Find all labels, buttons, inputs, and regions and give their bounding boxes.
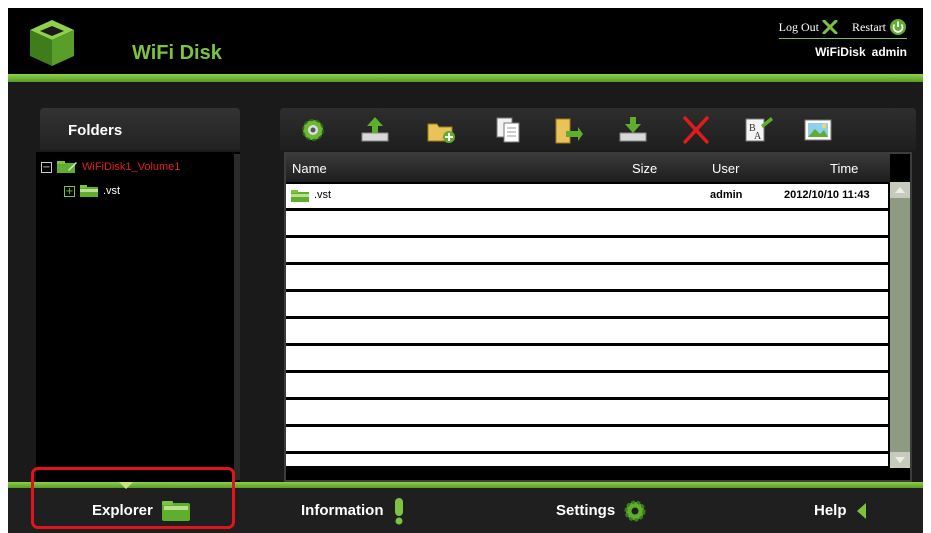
logout-link[interactable]: Log Out [779,20,838,35]
nav-settings[interactable]: Settings [556,488,647,533]
new-folder-icon[interactable] [425,115,457,145]
nav-settings-label: Settings [556,502,616,519]
file-toolbar: B A [280,108,916,150]
file-table: Name Size User Time .vst admin 2012/10/1… [284,152,912,482]
table-scrollbar[interactable] [890,182,910,468]
column-header-user[interactable]: User [712,161,739,176]
nav-help[interactable]: Help [814,488,867,533]
copy-icon[interactable] [492,115,524,145]
content-area: Folders − WiFiDisk1_Volume1 + .vst B A N… [8,82,923,482]
upload-icon[interactable] [359,115,391,145]
tree-item-label: .vst [103,185,121,197]
scroll-down-icon[interactable] [890,452,910,468]
nav-information[interactable]: Information [301,488,406,533]
logout-x-icon [822,20,838,34]
column-header-name[interactable]: Name [292,161,327,176]
file-user: admin [710,189,743,201]
wifi-disk-app: WiFi Disk Log Out Restart WiFiDisk admin… [8,8,923,533]
move-icon[interactable] [552,115,584,145]
table-row-empty [286,238,888,262]
settings-gear-icon [624,500,646,521]
folder-tree: − WiFiDisk1_Volume1 + .vst [36,152,240,482]
delete-icon[interactable] [680,115,712,145]
table-row-empty [286,346,888,370]
tree-item-vst[interactable]: + .vst [64,184,120,198]
folders-title: Folders [68,122,123,139]
table-row-empty [286,211,888,235]
header: WiFi Disk Log Out Restart WiFiDisk admin [8,8,923,74]
drive-folder-icon [57,161,77,173]
file-name: .vst [314,189,332,201]
download-icon[interactable] [617,115,649,145]
svg-text:A: A [754,131,762,142]
table-row-empty [286,265,888,289]
column-header-size[interactable]: Size [632,161,657,176]
table-row-empty [286,400,888,424]
expand-toggle-icon[interactable]: + [64,185,75,197]
table-row[interactable]: .vst admin 2012/10/10 11:43 [286,184,888,208]
collapse-toggle-icon[interactable]: − [41,161,52,173]
cube-logo-icon [30,20,74,66]
folder-icon [80,185,98,197]
header-links: Log Out Restart WiFiDisk admin [778,18,907,59]
device-name: WiFiDisk [815,45,866,59]
explorer-highlight-box [31,467,235,529]
current-user: admin [871,45,907,59]
logout-label: Log Out [778,19,819,34]
folder-tree-scrollbar[interactable] [234,154,240,480]
folders-panel-header: Folders [40,108,240,150]
table-row-empty [286,373,888,397]
tree-item-label: WiFiDisk1_Volume1 [82,161,181,173]
power-icon [890,19,906,35]
scroll-up-icon[interactable] [890,182,910,198]
column-header-time[interactable]: Time [830,161,858,176]
rename-icon[interactable]: B A [743,115,775,145]
table-row-empty [286,427,888,451]
app-title: WiFi Disk [132,42,222,64]
tree-item-volume[interactable]: − WiFiDisk1_Volume1 [41,160,180,174]
help-arrow-icon [856,502,866,519]
table-row-empty [286,454,888,466]
header-accent-bar [8,74,923,82]
table-header: Name Size User Time [286,154,890,182]
folder-icon [291,190,309,202]
file-time: 2012/10/10 11:43 [784,189,870,201]
nav-help-label: Help [814,502,847,519]
restart-link[interactable]: Restart [852,18,907,36]
nav-information-label: Information [301,502,384,519]
exclamation-icon [394,497,403,524]
thumbnail-icon[interactable] [802,115,834,145]
settings-gear-icon[interactable] [297,115,329,145]
table-row-empty [286,292,888,316]
table-row-empty [286,319,888,343]
restart-label: Restart [852,19,886,34]
